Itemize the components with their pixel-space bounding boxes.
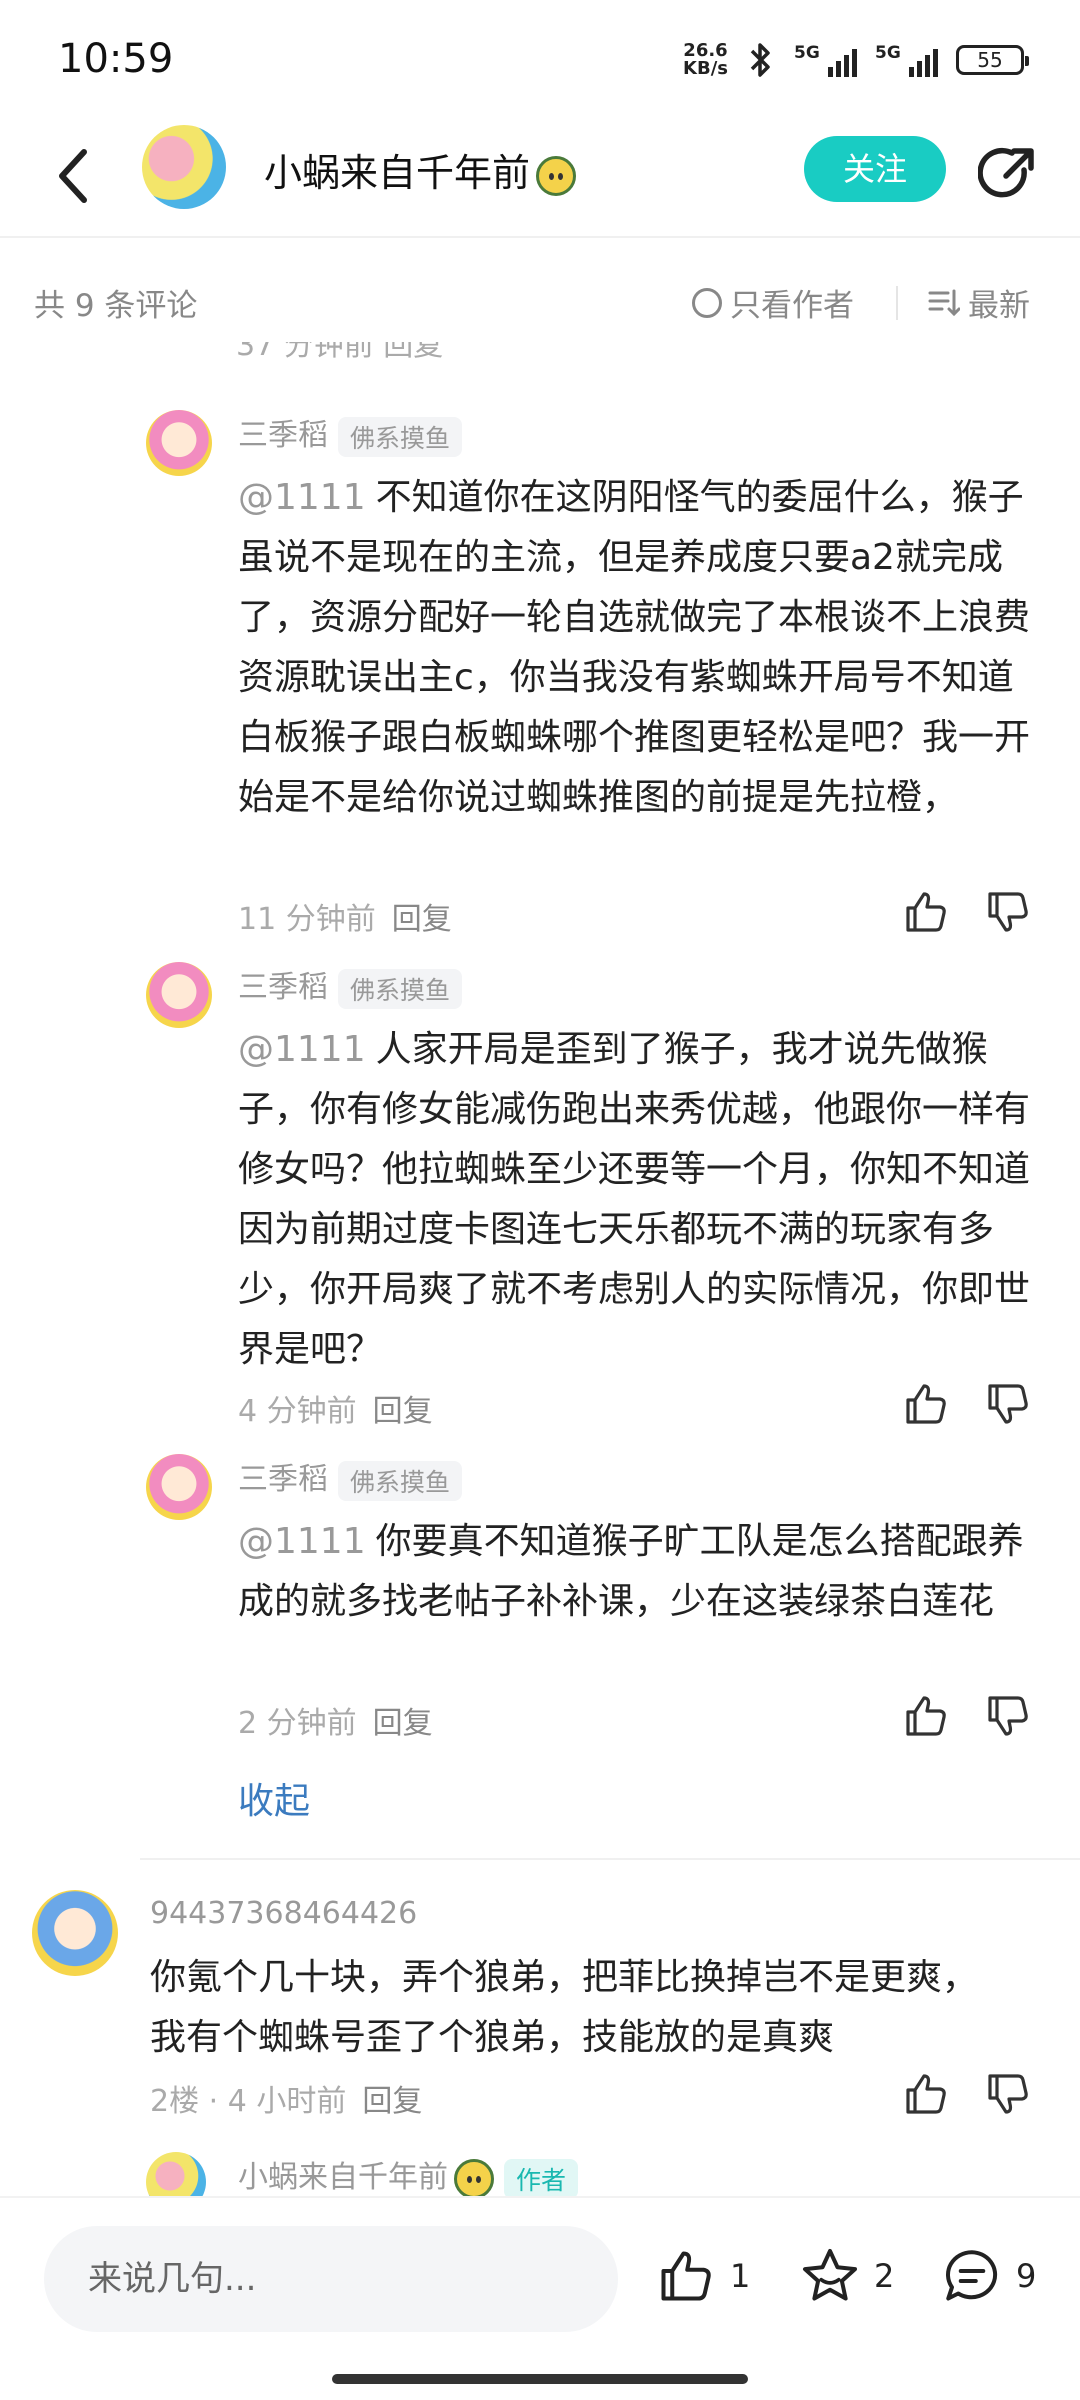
reply-meta: 4 分钟前 回复 (238, 1386, 433, 1430)
radio-icon (692, 287, 722, 318)
reply-time: 2 分钟前 (238, 1706, 357, 1741)
reply-user[interactable]: 三季稻 佛系摸鱼 (238, 410, 463, 457)
reply-user[interactable]: 小蜗来自千年前 作者 (238, 2152, 579, 2196)
reply-time: 4 分钟前 (238, 1394, 357, 1429)
author-name[interactable]: 小蜗来自千年前 (264, 142, 577, 197)
comment-button[interactable]: 9 (942, 2246, 1036, 2306)
partial-reply: 小蜗来自千年前 作者 (0, 2140, 1080, 2196)
signal-icon: 5G (875, 43, 938, 77)
reply-content[interactable]: @1111 人家开局是歪到了猴子，我才说先做猴子，你有修女能减伤跑出来秀优越，他跟… (238, 1020, 1038, 1380)
reply-content[interactable]: @1111 你要真不知道猴子旷工队是怎么搭配跟养成的就多找老帖子补补课，少在这装绿… (238, 1512, 1038, 1632)
reply-content[interactable]: @1111 不知道你在这阴阳怪气的委屈什么，猴子虽说不是现在的主流，但是养成度只要… (238, 468, 1038, 828)
partial-reply-meta: 37 分钟前 回复 (236, 342, 1036, 382)
thumbs-down-icon[interactable] (984, 888, 1032, 936)
comment-floor-time: 2楼 · 4 小时前 (150, 2084, 347, 2119)
reply-user-name: 小蜗来自千年前 (238, 2160, 448, 2195)
favorite-button[interactable]: 2 (800, 2246, 894, 2306)
status-bar: 10:59 26.6 KB/s 5G 5G 55 (0, 0, 1080, 120)
comment-count: 9 (1016, 2257, 1037, 2295)
reply-button[interactable]: 回复 (392, 902, 452, 937)
signal-label: 5G (875, 43, 901, 63)
comment-user[interactable]: 94437368464426 (150, 1896, 417, 1931)
user-tag: 佛系摸鱼 (338, 1460, 463, 1501)
reply-text: 人家开局是歪到了猴子，我才说先做猴子，你有修女能减伤跑出来秀优越，他跟你一样有修… (238, 1029, 1031, 1370)
post-header: 小蜗来自千年前 关注 (0, 120, 1080, 238)
sort-label: 最新 (968, 288, 1030, 324)
divider (140, 1858, 1080, 1860)
collapse-replies-button[interactable]: 收起 (238, 1772, 310, 1824)
emoji-icon (536, 155, 577, 196)
reply-user-name: 三季稻 (238, 1462, 328, 1497)
thumbs-up-icon[interactable] (902, 1380, 950, 1428)
sort-button[interactable]: 最新 (928, 280, 1030, 325)
reply-time: 11 分钟前 (238, 902, 376, 937)
author-avatar[interactable] (142, 125, 226, 209)
reply-user[interactable]: 三季稻 佛系摸鱼 (238, 962, 463, 1009)
net-speed: 26.6 KB/s (683, 42, 728, 78)
avatar[interactable] (146, 410, 212, 476)
reply-button[interactable]: 回复 (373, 1706, 433, 1741)
mention[interactable]: @1111 (238, 1521, 366, 1562)
user-tag: 佛系摸鱼 (338, 968, 463, 1009)
partial-reply-time: 37 分钟前 回复 (236, 342, 444, 363)
avatar[interactable] (146, 1454, 212, 1520)
status-time: 10:59 (58, 36, 174, 82)
star-icon (803, 2249, 857, 2301)
mention[interactable]: @1111 (238, 1029, 366, 1070)
avatar[interactable] (32, 1890, 118, 1976)
like-button[interactable]: 1 (656, 2246, 750, 2306)
reply-button[interactable]: 回复 (373, 1394, 433, 1429)
like-count: 1 (730, 2257, 751, 2295)
reply-meta: 11 分钟前 回复 (238, 894, 452, 938)
only-author-label: 只看作者 (730, 288, 854, 324)
comment-count: 共 9 条评论 (34, 288, 198, 324)
emoji-icon (454, 2158, 494, 2196)
thumbs-down-icon[interactable] (984, 2070, 1032, 2118)
thumbs-down-icon[interactable] (984, 1380, 1032, 1428)
author-tag: 作者 (504, 2158, 579, 2196)
avatar[interactable] (146, 962, 212, 1028)
reply-user[interactable]: 三季稻 佛系摸鱼 (238, 1454, 463, 1501)
signal-label: 5G (794, 43, 820, 63)
divider (896, 286, 898, 320)
comment-meta: 2楼 · 4 小时前 回复 (150, 2076, 422, 2120)
comment-icon (946, 2250, 998, 2301)
share-icon[interactable] (978, 144, 1038, 204)
back-icon[interactable] (50, 144, 98, 208)
status-icons: 26.6 KB/s 5G 5G 55 (683, 40, 1029, 80)
comment-input[interactable]: 来说几句... (44, 2226, 618, 2332)
thumbs-down-icon[interactable] (984, 1692, 1032, 1740)
comment-filter-bar: 共 9 条评论 只看作者 最新 (0, 262, 1080, 342)
home-indicator (332, 2374, 748, 2384)
reply-button[interactable]: 回复 (362, 2084, 422, 2119)
thumbs-up-icon (661, 2251, 711, 2301)
sort-icon (928, 289, 960, 316)
favorite-count: 2 (874, 2257, 895, 2295)
thumbs-up-icon[interactable] (902, 1692, 950, 1740)
net-speed-unit: KB/s (683, 58, 728, 79)
reply-user-name: 三季稻 (238, 418, 328, 453)
bottom-action-bar: 来说几句... 1 2 9 (0, 2196, 1080, 2400)
avatar[interactable] (146, 2152, 206, 2196)
follow-button[interactable]: 关注 (804, 136, 946, 202)
comment-content[interactable]: 你氪个几十块，弄个狼弟，把菲比换掉岂不是更爽，我有个蜘蛛号歪了个狼弟，技能放的是… (150, 1948, 1010, 2068)
only-author-toggle[interactable]: 只看作者 (692, 280, 854, 325)
reply-text: 不知道你在这阴阳怪气的委屈什么，猴子虽说不是现在的主流，但是养成度只要a2就完成… (238, 477, 1031, 818)
thumbs-up-icon[interactable] (902, 2070, 950, 2118)
signal-icon: 5G (794, 43, 857, 77)
mention[interactable]: @1111 (238, 477, 366, 518)
author-name-text: 小蜗来自千年前 (264, 151, 531, 195)
bluetooth-icon (750, 43, 770, 77)
battery-icon: 55 (956, 45, 1029, 75)
thumbs-up-icon[interactable] (902, 888, 950, 936)
reply-user-name: 三季稻 (238, 970, 328, 1005)
reply-meta: 2 分钟前 回复 (238, 1698, 433, 1742)
user-tag: 佛系摸鱼 (338, 416, 463, 457)
